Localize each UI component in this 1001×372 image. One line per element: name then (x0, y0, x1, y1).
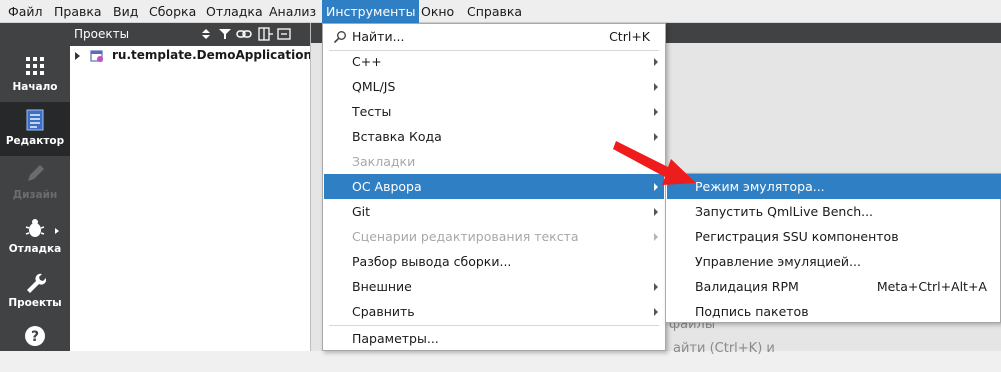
menu-item-label: Найти... (352, 29, 405, 44)
mode-label: Редактор (5, 135, 65, 147)
menu-item-external[interactable]: Внешние (324, 274, 664, 299)
project-tree: ru.template.DemoApplication (70, 46, 313, 351)
menu-item-label: Режим эмулятора... (695, 179, 825, 194)
mode-projects[interactable]: Проекты (0, 264, 70, 318)
close-panel-icon[interactable] (276, 26, 292, 42)
menu-item-label: ОС Аврора (352, 179, 422, 194)
aurora-os-submenu: Режим эмулятора... Запустить QmlLive Ben… (665, 173, 1001, 323)
menu-item-label: C++ (352, 54, 382, 69)
menu-item-label: Закладки (352, 154, 416, 169)
project-name: ru.template.DemoApplication (112, 48, 313, 62)
mode-label: Начало (12, 81, 58, 93)
submenu-arrow-icon (654, 308, 658, 316)
search-icon (333, 31, 346, 44)
menu-item-text-editing-macros: Сценарии редактирования текста (324, 224, 664, 249)
submenu-item-ssu-registration[interactable]: Регистрация SSU компонентов (667, 224, 1001, 249)
menu-item-label: Запустить QmlLive Bench... (695, 204, 874, 219)
submenu-item-package-signing[interactable]: Подпись пакетов (667, 299, 1001, 324)
mode-design[interactable]: Дизайн (0, 156, 70, 210)
submenu-arrow-icon (654, 208, 658, 216)
submenu-arrow-icon (654, 83, 658, 91)
mode-welcome[interactable]: Начало (0, 48, 70, 102)
editor-bg-text: айти (Ctrl+K) и (673, 341, 775, 356)
submenu-arrow-icon (654, 108, 658, 116)
menu-item-label: Сценарии редактирования текста (352, 229, 579, 244)
mode-label: Проекты (8, 297, 62, 309)
split-icon[interactable] (257, 26, 273, 42)
menu-item-tests[interactable]: Тесты (324, 99, 664, 124)
expand-arrow-icon[interactable] (75, 52, 80, 60)
menu-item-label: Подпись пакетов (695, 304, 809, 319)
filter-icon[interactable] (217, 26, 233, 42)
menu-debug[interactable]: Отладка (202, 0, 267, 23)
menu-item-label: Git (352, 204, 371, 219)
wrench-icon (27, 273, 46, 293)
submenu-arrow-icon (654, 283, 658, 291)
menu-item-label: Разбор вывода сборки... (352, 254, 512, 269)
submenu-item-emulator-mode[interactable]: Режим эмулятора... (667, 174, 1001, 199)
link-icon[interactable] (236, 26, 252, 42)
svg-text:?: ? (31, 329, 39, 345)
menu-item-label: Внешние (352, 279, 412, 294)
menu-item-shortcut: Ctrl+K (609, 29, 650, 44)
pencil-icon (28, 165, 44, 181)
mode-editor[interactable]: Редактор (0, 102, 70, 156)
project-icon (90, 50, 103, 62)
projects-panel-header: Проекты (70, 23, 310, 46)
projects-panel-title: Проекты (74, 27, 130, 41)
submenu-item-emulation-control[interactable]: Управление эмуляцией... (667, 249, 1001, 274)
submenu-arrow-icon (654, 233, 658, 241)
grid-icon (26, 57, 44, 75)
mode-sidebar: Начало Редактор Дизайн Отладка Проекты ? (0, 23, 70, 351)
menu-item-label: Параметры... (352, 331, 439, 346)
menu-item-label: Валидация RPM (695, 279, 799, 294)
menu-item-shortcut: Meta+Ctrl+Alt+A (876, 279, 987, 294)
expand-arrow-icon (55, 228, 59, 234)
mode-help[interactable]: ? (0, 318, 70, 372)
menu-analyze[interactable]: Анализ (265, 0, 320, 23)
document-icon (26, 109, 44, 131)
menu-edit[interactable]: Правка (50, 0, 106, 23)
help-icon: ? (25, 326, 45, 346)
menu-window[interactable]: Окно (417, 0, 458, 23)
menu-item-label: Регистрация SSU компонентов (695, 229, 899, 244)
menu-item-cpp[interactable]: C++ (324, 49, 664, 74)
annotation-arrow-icon (613, 141, 696, 185)
menu-item-label: Сравнить (352, 304, 415, 319)
menu-item-diff[interactable]: Сравнить (324, 299, 664, 324)
updown-icon[interactable] (198, 26, 214, 42)
submenu-item-rpm-validation[interactable]: Валидация RPM Meta+Ctrl+Alt+A (667, 274, 1001, 299)
menu-item-label: Тесты (352, 104, 392, 119)
menu-build[interactable]: Сборка (145, 0, 200, 23)
menu-item-label: QML/JS (352, 79, 396, 94)
menu-tools[interactable]: Инструменты (322, 0, 420, 23)
bug-icon (25, 219, 45, 237)
menu-item-qmljs[interactable]: QML/JS (324, 74, 664, 99)
menu-item-options[interactable]: Параметры... (324, 326, 664, 351)
menu-view[interactable]: Вид (109, 0, 142, 23)
tree-item[interactable]: ru.template.DemoApplication (70, 46, 313, 66)
menu-item-git[interactable]: Git (324, 199, 664, 224)
mode-label: Отладка (8, 243, 62, 255)
mode-debug[interactable]: Отладка (0, 210, 70, 264)
submenu-item-qmllive-bench[interactable]: Запустить QmlLive Bench... (667, 199, 1001, 224)
menu-bar: Файл Правка Вид Сборка Отладка Анализ Ин… (0, 0, 1001, 23)
menu-item-parse-build-output[interactable]: Разбор вывода сборки... (324, 249, 664, 274)
menu-file[interactable]: Файл (4, 0, 47, 23)
menu-item-label: Вставка Кода (352, 129, 442, 144)
mode-label: Дизайн (12, 189, 58, 201)
menu-help[interactable]: Справка (463, 0, 526, 23)
menu-item-label: Управление эмуляцией... (695, 254, 861, 269)
submenu-arrow-icon (654, 58, 658, 66)
menu-item-find[interactable]: Найти... Ctrl+K (324, 24, 664, 49)
